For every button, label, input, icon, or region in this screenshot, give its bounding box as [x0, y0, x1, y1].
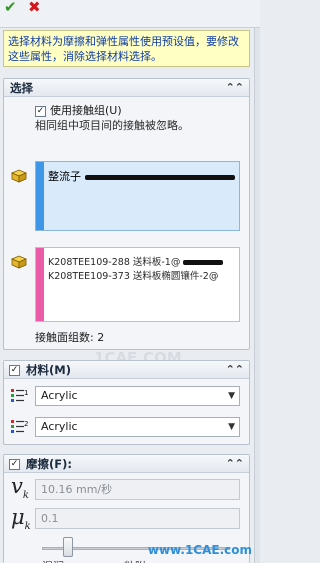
collapse-icon[interactable]: ⌃⌃: [226, 361, 244, 379]
property-toolbar: ✔ ✖: [0, 0, 260, 28]
slider-left-label: 湿润: [42, 558, 64, 563]
face-selection-icon: [11, 169, 27, 183]
velocity-field[interactable]: 10.16 mm/秒: [35, 479, 240, 500]
contact-count: 接触面组数: 2: [35, 331, 105, 344]
material-2-icon: 2: [11, 420, 28, 433]
coefficient-symbol: μk: [11, 505, 31, 533]
material-group-header[interactable]: ✓ 材料(M) ⌃⌃: [4, 361, 249, 379]
svg-text:2: 2: [24, 420, 28, 428]
coefficient-symbol-letter: μ: [11, 505, 25, 529]
material-group: ✓ 材料(M) ⌃⌃ 1 Acrylic ▼ 2 Acrylic ▼: [3, 360, 250, 445]
selection-list-1[interactable]: 整流子: [35, 161, 240, 231]
checkmark-icon[interactable]: ✔: [4, 0, 20, 15]
face-selection-icon: [11, 255, 27, 269]
coefficient-field[interactable]: 0.1: [35, 508, 240, 529]
material-group-title: 材料(M): [26, 363, 71, 377]
selection-color-bar: [36, 162, 44, 230]
friction-group-title: 摩擦(F):: [26, 457, 72, 471]
list-item[interactable]: K208TEE109-373 送料板椭圆镶件-2@: [48, 268, 238, 281]
use-contact-set-checkbox[interactable]: ✓ 使用接触组(U): [35, 102, 122, 117]
chevron-down-icon[interactable]: ▼: [228, 418, 235, 436]
chevron-down-icon[interactable]: ▼: [228, 387, 235, 405]
material-1-select[interactable]: Acrylic ▼: [35, 386, 240, 406]
scrollbar[interactable]: [254, 28, 260, 563]
velocity-symbol-letter: v: [11, 474, 23, 498]
svg-text:1: 1: [24, 389, 28, 397]
redaction-mark: [84, 174, 235, 180]
velocity-symbol: vk: [11, 474, 29, 502]
selection-group-title: 选择: [10, 81, 33, 95]
friction-checkbox[interactable]: ✓: [9, 459, 20, 470]
contact-set-note: 相同组中项目间的接触被忽略。: [35, 119, 189, 132]
collapse-icon[interactable]: ⌃⌃: [226, 79, 244, 97]
material-checkbox[interactable]: ✓: [9, 365, 20, 376]
selection-group: 选择 ⌃⌃ ✓ 使用接触组(U) 相同组中项目间的接触被忽略。 整流子 K208T…: [3, 78, 250, 367]
material-1-icon: 1: [11, 389, 28, 402]
message-box: 选择材料为摩擦和弹性属性使用预设值，要修改这些属性，消除选择材料选择。: [3, 30, 250, 67]
slider-right-label: 粘附: [124, 558, 146, 563]
selection-color-bar: [36, 248, 44, 321]
list-item-label: 整流子: [48, 170, 81, 182]
redaction-mark: [183, 260, 224, 265]
friction-group-header[interactable]: ✓ 摩擦(F): ⌃⌃: [4, 455, 249, 473]
close-icon[interactable]: ✖: [28, 0, 44, 15]
friction-slider-thumb[interactable]: [63, 537, 74, 557]
list-item[interactable]: K208TEE109-288 送料板-1@: [48, 254, 238, 267]
collapse-icon[interactable]: ⌃⌃: [226, 455, 244, 473]
watermark: www.1CAE.com: [147, 543, 252, 557]
list-item-label: K208TEE109-288 送料板-1@: [48, 257, 181, 267]
material-2-select[interactable]: Acrylic ▼: [35, 417, 240, 437]
material-1-value: Acrylic: [41, 389, 78, 402]
use-contact-set-label: 使用接触组(U): [50, 104, 122, 117]
list-item-label: K208TEE109-373 送料板椭圆镶件-2@: [48, 271, 219, 281]
material-2-value: Acrylic: [41, 420, 78, 433]
checkbox-icon[interactable]: ✓: [35, 105, 46, 117]
list-item[interactable]: 整流子: [48, 168, 238, 182]
selection-group-header[interactable]: 选择 ⌃⌃: [4, 79, 249, 97]
selection-list-2[interactable]: K208TEE109-288 送料板-1@ K208TEE109-373 送料板…: [35, 247, 240, 322]
